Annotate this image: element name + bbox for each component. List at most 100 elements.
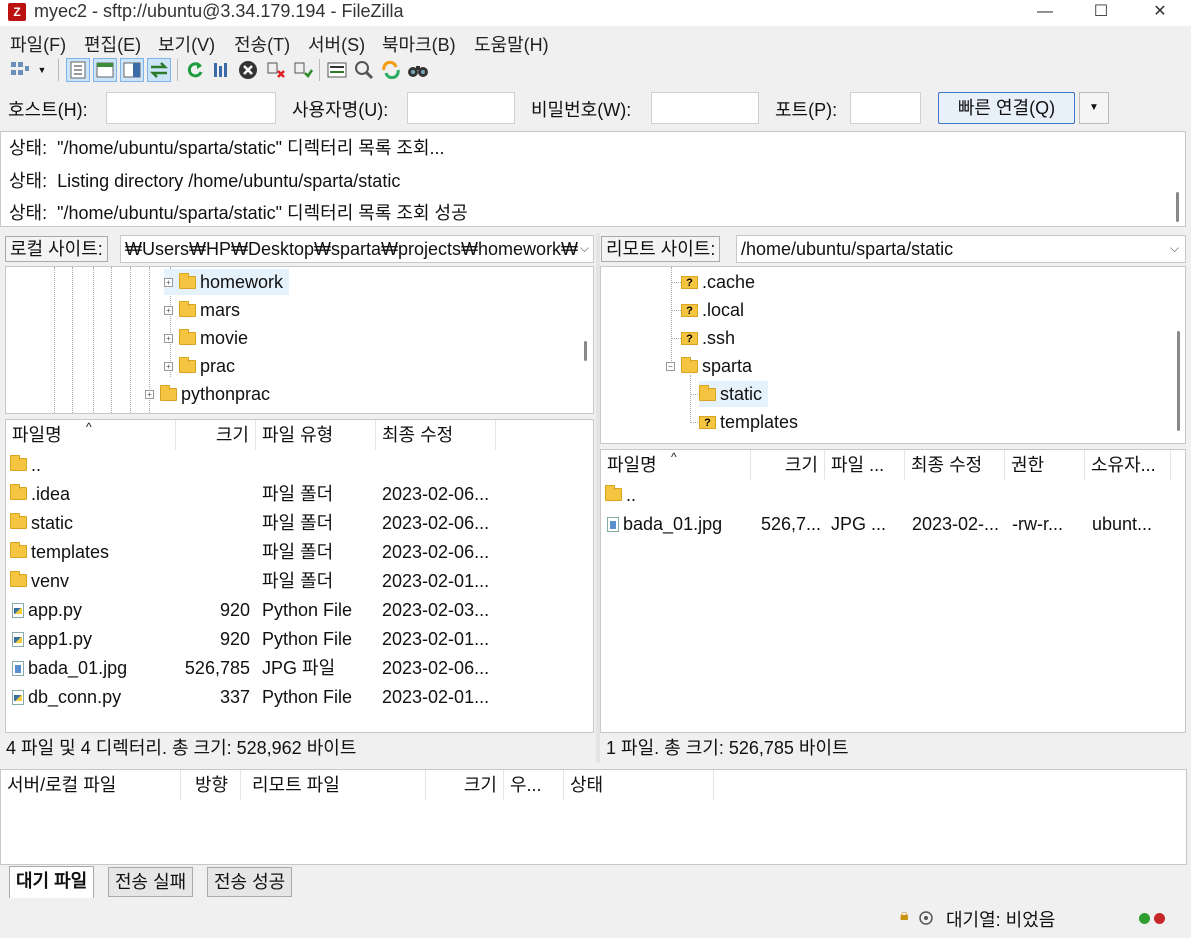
toggle-local-tree-icon[interactable] (93, 58, 117, 82)
folder-icon (179, 272, 196, 289)
table-row[interactable]: app.py 920 Python File 2023-02-03... (6, 596, 593, 625)
close-button[interactable]: ✕ (1137, 0, 1183, 26)
toggle-queue-icon[interactable] (147, 58, 171, 82)
local-file-list: 파일명 ^ 크기 파일 유형 최종 수정 .. .idea 파일 폴더 2023-… (5, 419, 594, 733)
search-remote-files-icon[interactable] (406, 58, 430, 82)
local-col-type[interactable]: 파일 유형 (256, 420, 376, 450)
username-label: 사용자명(U): (292, 100, 389, 120)
queue-col-priority[interactable]: 우... (504, 770, 564, 800)
queue-col-remote-file[interactable]: 리모트 파일 (246, 770, 426, 800)
local-tree-scrollbar[interactable] (584, 341, 587, 361)
expand-icon[interactable]: + (164, 277, 173, 287)
queue-col-status[interactable]: 상태 (564, 770, 714, 800)
site-manager-icon[interactable] (8, 58, 32, 82)
folder-icon (10, 571, 27, 587)
queue-status-text: 대기열: 비었음 (946, 910, 1056, 930)
local-col-filename[interactable]: 파일명 ^ (6, 420, 176, 450)
host-input[interactable] (106, 92, 276, 124)
site-manager-dropdown-icon[interactable]: ▼ (34, 58, 50, 82)
expand-icon[interactable]: + (164, 361, 173, 371)
folder-icon (681, 356, 698, 373)
table-row[interactable]: static 파일 폴더 2023-02-06... (6, 509, 593, 538)
port-input[interactable] (850, 92, 921, 124)
reconnect-icon[interactable] (291, 58, 315, 82)
table-row[interactable]: bada_01.jpg 526,785 JPG 파일 2023-02-06... (6, 654, 593, 683)
remote-col-filename[interactable]: 파일명 ^ (601, 450, 751, 480)
remote-path-dropdown-icon[interactable]: ⌵ (1170, 241, 1179, 256)
table-row[interactable]: app1.py 920 Python File 2023-02-01... (6, 625, 593, 654)
python-file-icon (12, 690, 24, 705)
host-label: 호스트(H): (8, 100, 88, 120)
filezilla-app-icon: Z (8, 3, 26, 21)
toggle-remote-tree-icon[interactable] (120, 58, 144, 82)
maximize-button[interactable]: ☐ (1078, 0, 1124, 26)
remote-col-type[interactable]: 파일 ... (825, 450, 905, 480)
local-site-path-input[interactable]: ₩Users₩HP₩Desktop₩sparta₩projects₩homewo… (120, 235, 594, 263)
table-row[interactable]: .. (6, 451, 593, 480)
menu-file[interactable]: 파일(F) (10, 31, 66, 57)
local-col-modified[interactable]: 최종 수정 (376, 420, 496, 450)
quickconnect-history-dropdown[interactable]: ▼ (1079, 92, 1109, 124)
username-input[interactable] (407, 92, 515, 124)
remote-tree-item-cache[interactable]: ? .cache (681, 269, 755, 295)
tab-queued-files[interactable]: 대기 파일 (9, 866, 95, 898)
remote-tree-scrollbar[interactable] (1177, 331, 1180, 431)
synchronized-browsing-icon[interactable] (379, 58, 403, 82)
remote-tree-item-ssh[interactable]: ? .ssh (681, 325, 735, 351)
remote-tree-item-local[interactable]: ? .local (681, 297, 744, 323)
remote-site-label: 리모트 사이트: (601, 236, 721, 262)
local-path-dropdown-icon[interactable]: ⌵ (580, 241, 589, 256)
remote-col-size[interactable]: 크기 (751, 450, 825, 480)
menu-transfer[interactable]: 전송(T) (234, 31, 290, 57)
tab-failed-transfers[interactable]: 전송 실패 (108, 867, 194, 897)
expand-icon[interactable]: + (164, 305, 173, 315)
queue-col-server-local-file[interactable]: 서버/로컬 파일 (1, 770, 181, 800)
local-col-size[interactable]: 크기 (176, 420, 256, 450)
table-row[interactable]: db_conn.py 337 Python File 2023-02-01... (6, 683, 593, 712)
remote-site-path-input[interactable]: /home/ubuntu/sparta/static (736, 235, 1186, 263)
remote-col-permissions[interactable]: 권한 (1005, 450, 1085, 480)
menu-view[interactable]: 보기(V) (158, 31, 215, 57)
menu-bookmarks[interactable]: 북마크(B) (382, 31, 456, 57)
table-row[interactable]: .idea 파일 폴더 2023-02-06... (6, 480, 593, 509)
local-tree-item-prac[interactable]: + prac (164, 353, 235, 379)
tab-successful-transfers[interactable]: 전송 성공 (207, 867, 293, 897)
log-scrollbar[interactable] (1176, 192, 1179, 222)
directory-listing-filters-icon[interactable] (325, 58, 349, 82)
disconnect-icon[interactable] (264, 58, 288, 82)
table-row[interactable]: bada_01.jpg 526,7... JPG ... 2023-02-...… (601, 510, 1185, 539)
remote-file-list: 파일명 ^ 크기 파일 ... 최종 수정 권한 소유자... .. bada_0… (600, 449, 1186, 733)
local-tree-item-homework[interactable]: + homework (164, 269, 290, 295)
local-tree-item-pythonprac[interactable]: + pythonprac (145, 381, 270, 407)
password-input[interactable] (651, 92, 759, 124)
menu-help[interactable]: 도움말(H) (474, 31, 549, 57)
remote-tree-item-sparta[interactable]: − sparta (666, 353, 752, 379)
cancel-operation-icon[interactable] (236, 58, 260, 82)
toggle-log-icon[interactable] (66, 58, 90, 82)
expand-icon[interactable]: + (145, 389, 154, 399)
minimize-button[interactable]: — (1022, 0, 1068, 26)
remote-col-modified[interactable]: 최종 수정 (905, 450, 1005, 480)
speed-limit-icon[interactable] (918, 910, 934, 926)
unknown-folder-icon: ? (699, 415, 716, 429)
local-site-label: 로컬 사이트: (5, 236, 108, 262)
directory-comparison-icon[interactable] (352, 58, 376, 82)
table-row[interactable]: templates 파일 폴더 2023-02-06... (6, 538, 593, 567)
queue-col-size[interactable]: 크기 (426, 770, 504, 800)
send-activity-led (1139, 913, 1150, 924)
refresh-icon[interactable] (183, 58, 207, 82)
process-queue-icon[interactable] (209, 58, 233, 82)
queue-col-direction[interactable]: 방향 (189, 770, 241, 800)
quickconnect-button[interactable]: 빠른 연결(Q) (938, 92, 1075, 124)
menu-server[interactable]: 서버(S) (308, 31, 365, 57)
local-tree-item-movie[interactable]: + movie (164, 325, 248, 351)
table-row[interactable]: venv 파일 폴더 2023-02-01... (6, 567, 593, 596)
table-row[interactable]: .. (601, 481, 1185, 510)
menu-edit[interactable]: 편집(E) (84, 31, 141, 57)
remote-col-owner[interactable]: 소유자... (1085, 450, 1171, 480)
expand-icon[interactable]: + (164, 333, 173, 343)
collapse-icon[interactable]: − (666, 361, 675, 371)
remote-tree-item-static[interactable]: static (699, 381, 769, 407)
remote-tree-item-templates[interactable]: ? templates (699, 409, 798, 435)
local-tree-item-mars[interactable]: + mars (164, 297, 240, 323)
